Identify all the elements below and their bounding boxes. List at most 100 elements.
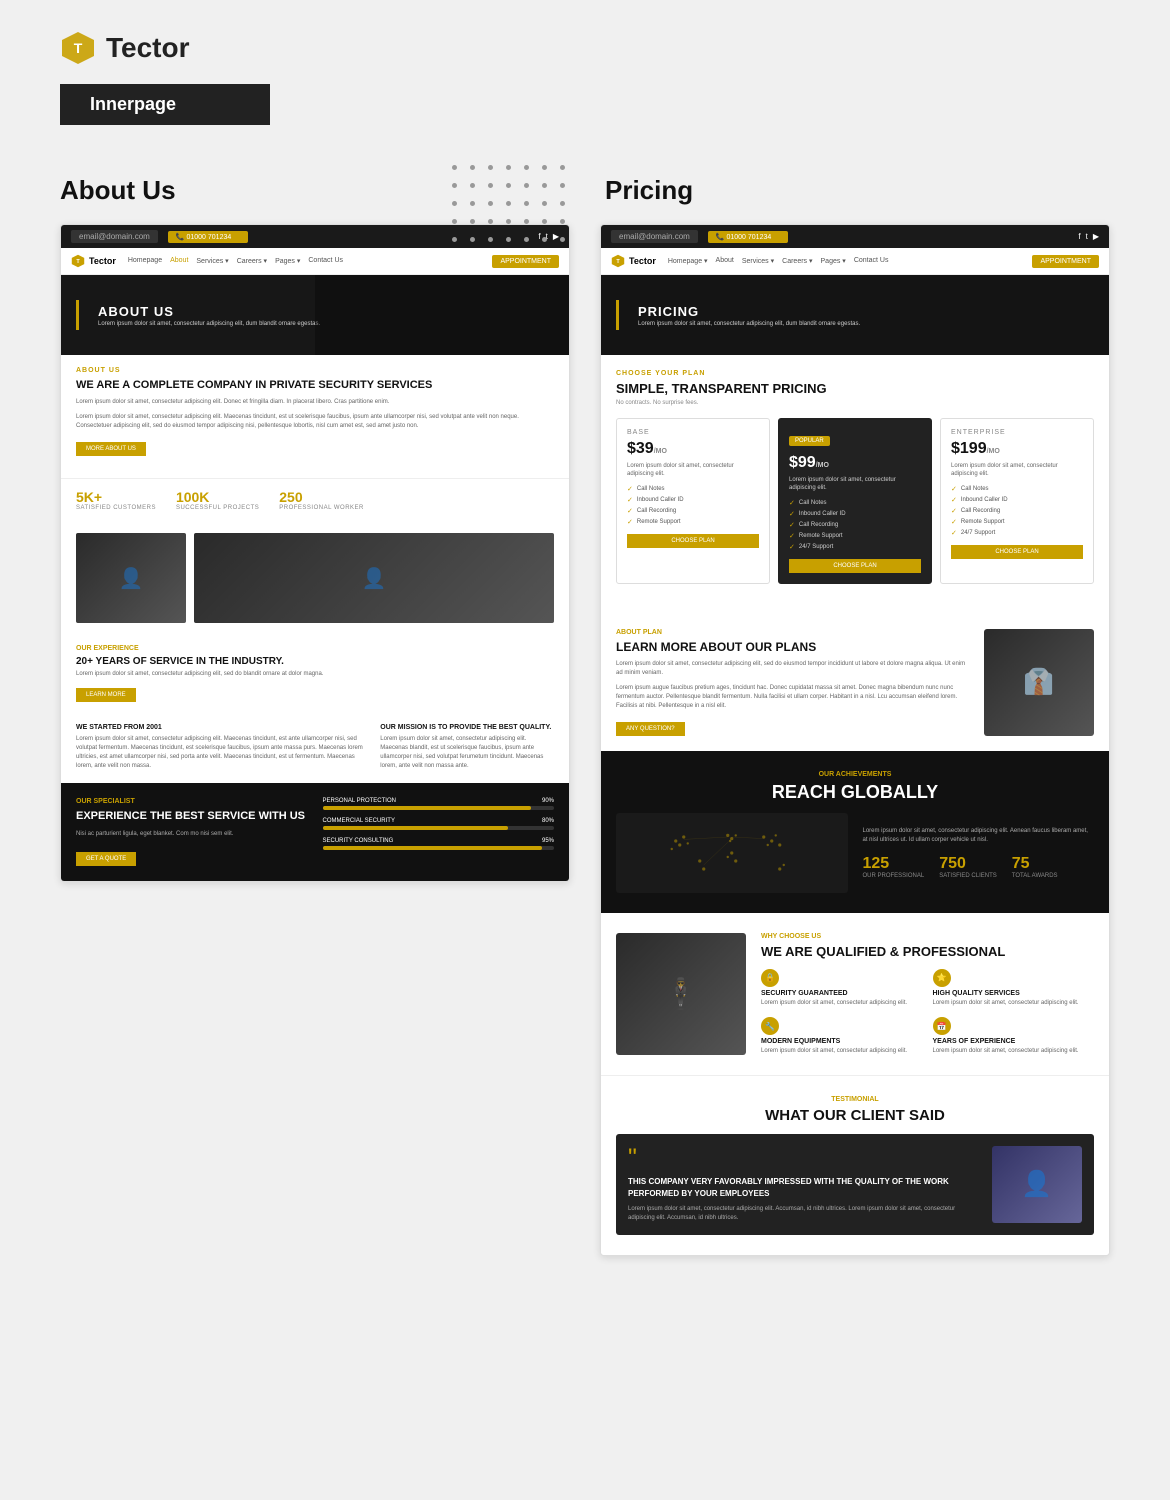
qualified-title: WE ARE QUALIFIED & PROFESSIONAL bbox=[761, 944, 1094, 961]
pricing-hero-title: PRICING bbox=[638, 304, 1094, 319]
pp-track bbox=[323, 806, 555, 810]
reach-right: Lorem ipsum dolor sit amet, consectetur … bbox=[863, 827, 1095, 879]
dot-grid-decoration bbox=[452, 165, 570, 247]
about-hero: ABOUT US Lorem ipsum dolor sit amet, con… bbox=[61, 275, 569, 355]
p-nav-about[interactable]: About bbox=[716, 257, 734, 265]
popular-plan-features: Call Notes Inbound Caller ID Call Record… bbox=[789, 499, 921, 551]
plans-row: BASE $39/MO Lorem ipsum dolor sit amet, … bbox=[616, 418, 1094, 584]
phone-bar: 📞 01000 701234 bbox=[168, 231, 248, 243]
enterprise-plan-text: Lorem ipsum dolor sit amet, consectetur … bbox=[951, 462, 1083, 479]
cs-fill bbox=[323, 826, 508, 830]
experience-text: Lorem ipsum dolor sit amet, consectetur … bbox=[76, 671, 554, 677]
modern-equipment-text: Lorem ipsum dolor sit amet, consectetur … bbox=[761, 1047, 923, 1055]
about-plan-desc-2: Lorem ipsum augue faucibus pretium ages,… bbox=[616, 684, 972, 711]
pricing-appointment-button[interactable]: APPOINTMENT bbox=[1032, 255, 1099, 268]
nav-homepage[interactable]: Homepage bbox=[128, 257, 162, 265]
nav-services[interactable]: Services ▾ bbox=[196, 257, 228, 265]
security-guaranteed-text: Lorem ipsum dolor sit amet, consectetur … bbox=[761, 999, 923, 1007]
stat-projects-num: 100K bbox=[176, 489, 259, 505]
agent-image-1 bbox=[76, 533, 186, 623]
base-plan-price: $39/MO bbox=[627, 440, 759, 458]
learn-more-button[interactable]: LEARN MORE bbox=[76, 688, 136, 702]
progress-security-consulting: SECURITY CONSULTING 95% bbox=[323, 838, 555, 850]
get-a-quote-button[interactable]: GET A QUOTE bbox=[76, 852, 136, 866]
pp-fill bbox=[323, 806, 531, 810]
p-nav-pages[interactable]: Pages ▾ bbox=[821, 257, 846, 265]
pricing-subtitle: No contracts. No surprise fees. bbox=[616, 400, 1094, 406]
more-about-us-button[interactable]: MORE ABOUT US bbox=[76, 442, 146, 456]
years-experience-title: YEARS OF EXPERIENCE bbox=[933, 1038, 1095, 1045]
footer-bottom-row: OUR SPECIALIST EXPERIENCE THE BEST SERVI… bbox=[76, 798, 554, 865]
feature-high-quality: ⭐ HIGH QUALITY SERVICES Lorem ipsum dolo… bbox=[933, 969, 1095, 1007]
reach-text: Lorem ipsum dolor sit amet, consectetur … bbox=[863, 827, 1095, 845]
popular-feature-1: Call Notes bbox=[789, 499, 921, 507]
sc-fill bbox=[323, 846, 543, 850]
pricing-nav: T Tector Homepage ▾ About Services ▾ Car… bbox=[601, 248, 1109, 275]
p-nav-services[interactable]: Services ▾ bbox=[742, 257, 774, 265]
pp-label-text: PERSONAL PROTECTION bbox=[323, 798, 396, 804]
stat-customers: 5K+ SATISFIED CUSTOMERS bbox=[76, 489, 156, 511]
p-tw-icon: t bbox=[1086, 232, 1088, 241]
feature-security-guaranteed: 🔒 SECURITY GUARANTEED Lorem ipsum dolor … bbox=[761, 969, 923, 1007]
choose-plan-label: CHOOSE YOUR PLAN bbox=[616, 370, 1094, 377]
stat-projects: 100K SUCCESSFUL PROJECTS bbox=[176, 489, 259, 511]
popular-choose-plan-button[interactable]: CHOOSE PLAN bbox=[789, 559, 921, 573]
col-started-text: Lorem ipsum dolor sit amet, consectetur … bbox=[76, 735, 365, 771]
about-plan-image bbox=[984, 629, 1094, 736]
nav-careers[interactable]: Careers ▾ bbox=[237, 257, 267, 265]
progress-cs-label: COMMERCIAL SECURITY 80% bbox=[323, 818, 555, 824]
about-text-2: Lorem ipsum dolor sit amet, consectetur … bbox=[76, 413, 554, 431]
experience-label: OUR EXPERIENCE bbox=[76, 645, 554, 652]
brand-logo: T Tector bbox=[60, 30, 1110, 66]
stats-row: 5K+ SATISFIED CUSTOMERS 100K SUCCESSFUL … bbox=[61, 478, 569, 521]
pricing-browser-mockup: email@domain.com 📞 01000 701234 f t ▶ T … bbox=[600, 224, 1110, 1256]
two-col-text: WE STARTED FROM 2001 Lorem ipsum dolor s… bbox=[61, 712, 569, 783]
cs-label-text: COMMERCIAL SECURITY bbox=[323, 818, 395, 824]
qualified-content: WHY CHOOSE US WE ARE QUALIFIED & PROFESS… bbox=[761, 933, 1094, 1056]
testimonial-label: TESTIMONIAL bbox=[616, 1096, 1094, 1103]
nav-contact[interactable]: Contact Us bbox=[308, 257, 343, 265]
pricing-mini-brand: Tector bbox=[629, 256, 656, 266]
progress-personal-protection: PERSONAL PROTECTION 90% bbox=[323, 798, 555, 810]
stat-workers-num: 250 bbox=[279, 489, 364, 505]
enterprise-choose-plan-button[interactable]: CHOOSE PLAN bbox=[951, 545, 1083, 559]
nav-links: Homepage About Services ▾ Careers ▾ Page… bbox=[128, 257, 343, 265]
nav-pages[interactable]: Pages ▾ bbox=[275, 257, 300, 265]
p-nav-careers[interactable]: Careers ▾ bbox=[782, 257, 812, 265]
hero-accent-bar bbox=[76, 300, 79, 330]
enterprise-feature-1: Call Notes bbox=[951, 485, 1083, 493]
enterprise-feature-5: 24/7 Support bbox=[951, 529, 1083, 537]
reach-stat-awards: 75 TOTAL AWARDS bbox=[1012, 855, 1058, 879]
enterprise-feature-4: Remote Support bbox=[951, 518, 1083, 526]
any-question-button[interactable]: ANY QUESTION? bbox=[616, 722, 685, 736]
about-plan-label: ABOUT PLAN bbox=[616, 629, 972, 636]
quote-desc: Lorem ipsum dolor sit amet, consectetur … bbox=[628, 1205, 982, 1223]
pricing-nav-links: Homepage ▾ About Services ▾ Careers ▾ Pa… bbox=[668, 257, 889, 265]
progress-bars: PERSONAL PROTECTION 90% COMMERCIAL SECUR… bbox=[323, 798, 555, 865]
high-quality-icon: ⭐ bbox=[933, 969, 951, 987]
qualified-features: 🔒 SECURITY GUARANTEED Lorem ipsum dolor … bbox=[761, 969, 1094, 1056]
pricing-accent-bar bbox=[616, 300, 619, 330]
footer-specialist-label: OUR SPECIALIST bbox=[76, 798, 308, 805]
years-experience-icon: 📅 bbox=[933, 1017, 951, 1035]
svg-text:T: T bbox=[74, 40, 83, 56]
nav-about[interactable]: About bbox=[170, 257, 188, 265]
testimonial-title: WHAT OUR CLIENT SAID bbox=[616, 1107, 1094, 1124]
pricing-address-bar: email@domain.com bbox=[611, 230, 698, 243]
pricing-topbar: email@domain.com 📞 01000 701234 f t ▶ bbox=[601, 225, 1109, 248]
qualified-agent-image bbox=[616, 933, 746, 1056]
pricing-plans-section: CHOOSE YOUR PLAN SIMPLE, TRANSPARENT PRI… bbox=[601, 355, 1109, 614]
appointment-button[interactable]: APPOINTMENT bbox=[492, 255, 559, 268]
p-nav-homepage[interactable]: Homepage ▾ bbox=[668, 257, 708, 265]
base-choose-plan-button[interactable]: CHOOSE PLAN bbox=[627, 534, 759, 548]
reach-professionals-label: OUR PROFESSIONAL bbox=[863, 873, 925, 879]
p-nav-contact[interactable]: Contact Us bbox=[854, 257, 889, 265]
popular-plan-text: Lorem ipsum dolor sit amet, consectetur … bbox=[789, 476, 921, 493]
right-column: Pricing email@domain.com 📞 01000 701234 … bbox=[600, 175, 1110, 1256]
cs-pct: 80% bbox=[542, 818, 554, 824]
hero-title: ABOUT US bbox=[98, 304, 554, 319]
popular-feature-3: Call Recording bbox=[789, 521, 921, 529]
reach-stat-clients: 750 SATISFIED CLIENTS bbox=[939, 855, 997, 879]
reach-title: REACH GLOBALLY bbox=[616, 782, 1094, 803]
reach-professionals-num: 125 bbox=[863, 855, 925, 873]
